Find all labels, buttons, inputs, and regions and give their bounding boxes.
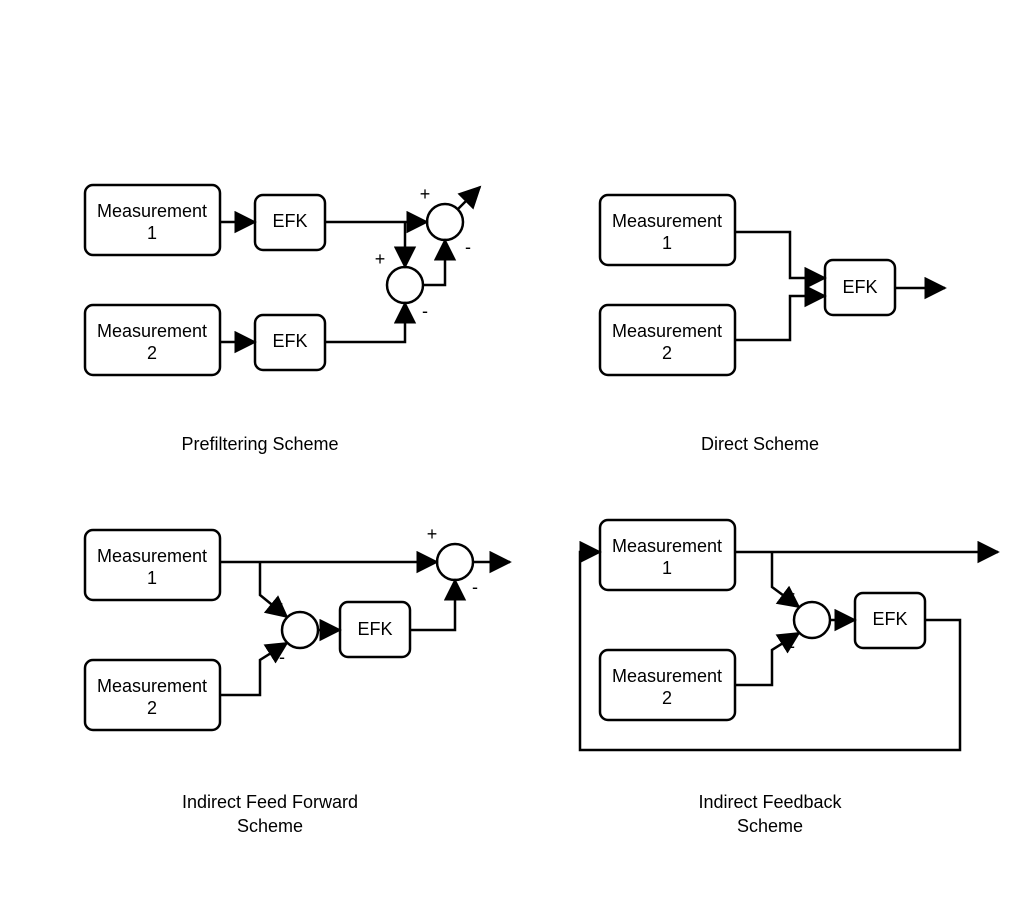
- ds-measurement-2-label: Measurement: [612, 321, 722, 341]
- iff-m2-label: Measurement: [97, 676, 207, 696]
- ds-measurement-2-number: 2: [662, 343, 672, 363]
- iff-m1-number: 1: [147, 568, 157, 588]
- ds-measurement-1-label: Measurement: [612, 211, 722, 231]
- caption-prefiltering: Prefiltering Scheme: [181, 434, 338, 454]
- iff-m2-to-sum: [220, 643, 287, 695]
- arrow-output-pref: [458, 187, 480, 209]
- caption-ifb-l1: Indirect Feedback: [698, 792, 842, 812]
- prefiltering-scheme: Measurement 1 EFK Measurement 2 EFK + - …: [85, 184, 480, 454]
- measurement-2-number: 2: [147, 343, 157, 363]
- iff-efk-to-outsum: [410, 580, 455, 630]
- direct-scheme: Measurement 1 Measurement 2 EFK Direct S…: [600, 195, 945, 454]
- iff-sum-minus: -: [279, 647, 285, 667]
- sum-lower-minus: -: [422, 301, 428, 321]
- caption-direct: Direct Scheme: [701, 434, 819, 454]
- iff-efk-label: EFK: [357, 619, 392, 639]
- iff-out-sum: [437, 544, 473, 580]
- ds-arrow-m2: [735, 296, 825, 340]
- sum-upper-minus: -: [465, 237, 471, 257]
- ifb-sum: [794, 602, 830, 638]
- measurement-2-label: Measurement: [97, 321, 207, 341]
- indirect-feed-forward-scheme: Measurement 1 Measurement 2 + - EFK + - …: [85, 524, 510, 836]
- caption-iff-l1: Indirect Feed Forward: [182, 792, 358, 812]
- measurement-1-number: 1: [147, 223, 157, 243]
- sum-upper: [427, 204, 463, 240]
- ifb-m2-number: 2: [662, 688, 672, 708]
- ifb-efk-label: EFK: [872, 609, 907, 629]
- caption-iff-l2: Scheme: [237, 816, 303, 836]
- ds-efk-label: EFK: [842, 277, 877, 297]
- indirect-feedback-scheme: Measurement 1 Measurement 2 + - EFK Indi…: [580, 520, 998, 836]
- ifb-m1-number: 1: [662, 558, 672, 578]
- efk-2-label: EFK: [272, 331, 307, 351]
- iff-out-plus: +: [427, 524, 438, 544]
- iff-sum: [282, 612, 318, 648]
- efk-1-label: EFK: [272, 211, 307, 231]
- iff-m2-number: 2: [147, 698, 157, 718]
- ds-arrow-m1: [735, 232, 825, 278]
- diagram-canvas: Measurement 1 EFK Measurement 2 EFK + - …: [0, 0, 1024, 905]
- ifb-m2-label: Measurement: [612, 666, 722, 686]
- sum-lower-plus: +: [375, 249, 386, 269]
- sum-upper-plus: +: [420, 184, 431, 204]
- iff-out-minus: -: [472, 577, 478, 597]
- ifb-m1-label: Measurement: [612, 536, 722, 556]
- caption-ifb-l2: Scheme: [737, 816, 803, 836]
- iff-m1-label: Measurement: [97, 546, 207, 566]
- measurement-1-label: Measurement: [97, 201, 207, 221]
- sum-lower: [387, 267, 423, 303]
- ds-measurement-1-number: 1: [662, 233, 672, 253]
- arrow-efk2-to-lowersum: [325, 303, 405, 342]
- arrow-lowersum-to-uppersum: [423, 240, 445, 285]
